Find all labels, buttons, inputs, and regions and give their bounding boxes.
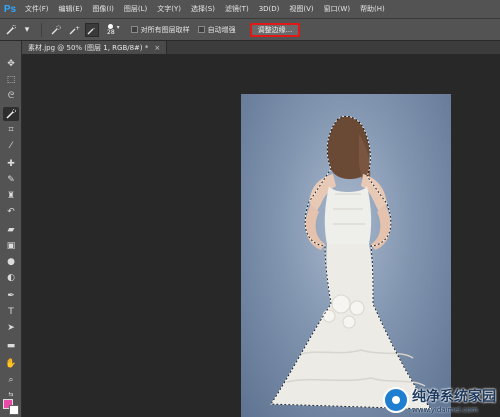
menu-type[interactable]: 文字(Y) (152, 4, 186, 14)
brush-dropdown-icon[interactable]: ▾ (117, 24, 123, 36)
menu-bar: Ps 文件(F) 编辑(E) 图像(I) 图层(L) 文字(Y) 选择(S) 滤… (0, 0, 500, 18)
sample-all-layers-label: 对所有图层取样 (140, 25, 190, 34)
subtract-from-selection-icon[interactable]: - (85, 22, 99, 37)
clone-stamp-icon[interactable]: ♜ (3, 189, 19, 203)
quick-selection-icon[interactable] (3, 107, 19, 121)
brush-size-picker[interactable]: 28 (107, 23, 115, 36)
menu-edit[interactable]: 编辑(E) (54, 4, 88, 14)
move-icon[interactable]: ✥ (3, 57, 19, 71)
crop-icon[interactable]: ⌗ (3, 123, 19, 137)
add-to-selection-icon[interactable]: + (67, 23, 81, 37)
rectangle-icon[interactable]: ▬ (3, 339, 19, 353)
eyedropper-icon[interactable]: ⁄ (3, 139, 19, 153)
menu-filter[interactable]: 滤镜(T) (220, 4, 254, 14)
watermark-title: 纯净系统家园 (412, 389, 496, 405)
menu-layer[interactable]: 图层(L) (119, 4, 152, 14)
menu-file[interactable]: 文件(F) (20, 4, 54, 14)
blur-icon[interactable]: ● (3, 255, 19, 269)
type-icon[interactable]: T (3, 305, 19, 319)
marquee-icon[interactable]: ⬚ (3, 73, 19, 87)
auto-enhance-label: 自动增强 (207, 25, 236, 34)
document-tab-title: 素材.jpg @ 50% (图层 1, RGB/8#) * (28, 43, 149, 52)
document-tab-bar: 素材.jpg @ 50% (图层 1, RGB/8#) * × (22, 41, 500, 54)
quick-selection-preset-icon[interactable] (4, 23, 18, 37)
menu-3d[interactable]: 3D(D) (254, 5, 285, 13)
bride-figure-image (270, 115, 432, 410)
menu-select[interactable]: 选择(S) (186, 4, 220, 14)
photoshop-logo: Ps (3, 3, 17, 15)
lasso-icon[interactable]: ᘓ (3, 89, 19, 103)
preset-dropdown-icon[interactable]: ▾ (20, 23, 34, 37)
menu-image[interactable]: 图像(I) (87, 4, 119, 14)
zoom-icon[interactable]: ⌕ (3, 373, 19, 387)
divider (41, 22, 42, 37)
options-bar: ▾ + - 28 ▾ 对所有图层取样 自动增强 调整边缘... (0, 18, 500, 41)
menu-help[interactable]: 帮助(H) (355, 4, 390, 14)
pen-icon[interactable]: ✒ (3, 289, 19, 303)
background-color-swatch[interactable] (9, 405, 19, 415)
brush-size-value: 28 (107, 28, 115, 36)
gradient-icon[interactable]: ▣ (3, 239, 19, 253)
refine-edge-button[interactable]: 调整边缘... (249, 22, 301, 37)
menu-view[interactable]: 视图(V) (284, 4, 318, 14)
auto-enhance-checkbox[interactable] (197, 26, 205, 33)
watermark-logo-icon (383, 387, 409, 413)
new-selection-icon[interactable] (49, 23, 63, 37)
hand-icon[interactable]: ✋ (3, 357, 19, 371)
path-selection-icon[interactable]: ➤ (3, 321, 19, 335)
document-photo[interactable] (241, 94, 451, 417)
brush-icon[interactable]: ✎ (3, 173, 19, 187)
sample-all-layers-checkbox[interactable] (130, 26, 138, 33)
toolbox: ✥ ⬚ ᘓ ⌗ ⁄ ✚ ✎ ♜ ↶ ▰ ▣ ● ◐ ✒ T ➤ ▬ ✋ ⌕ ⇆ (0, 41, 22, 417)
svg-text:-: - (93, 25, 95, 32)
dodge-icon[interactable]: ◐ (3, 271, 19, 285)
menu-window[interactable]: 窗口(W) (319, 4, 355, 14)
canvas-area: 纯净系统家园 www.yidaimei.com (22, 54, 500, 417)
history-brush-icon[interactable]: ↶ (3, 205, 19, 219)
close-icon[interactable]: × (154, 44, 160, 52)
healing-brush-icon[interactable]: ✚ (3, 157, 19, 171)
document-tab[interactable]: 素材.jpg @ 50% (图层 1, RGB/8#) * × (22, 41, 168, 54)
eraser-icon[interactable]: ▰ (3, 223, 19, 237)
watermark-url: www.yidaimei.com (412, 406, 478, 414)
watermark: 纯净系统家园 www.yidaimei.com (383, 386, 496, 414)
svg-text:+: + (75, 25, 80, 32)
